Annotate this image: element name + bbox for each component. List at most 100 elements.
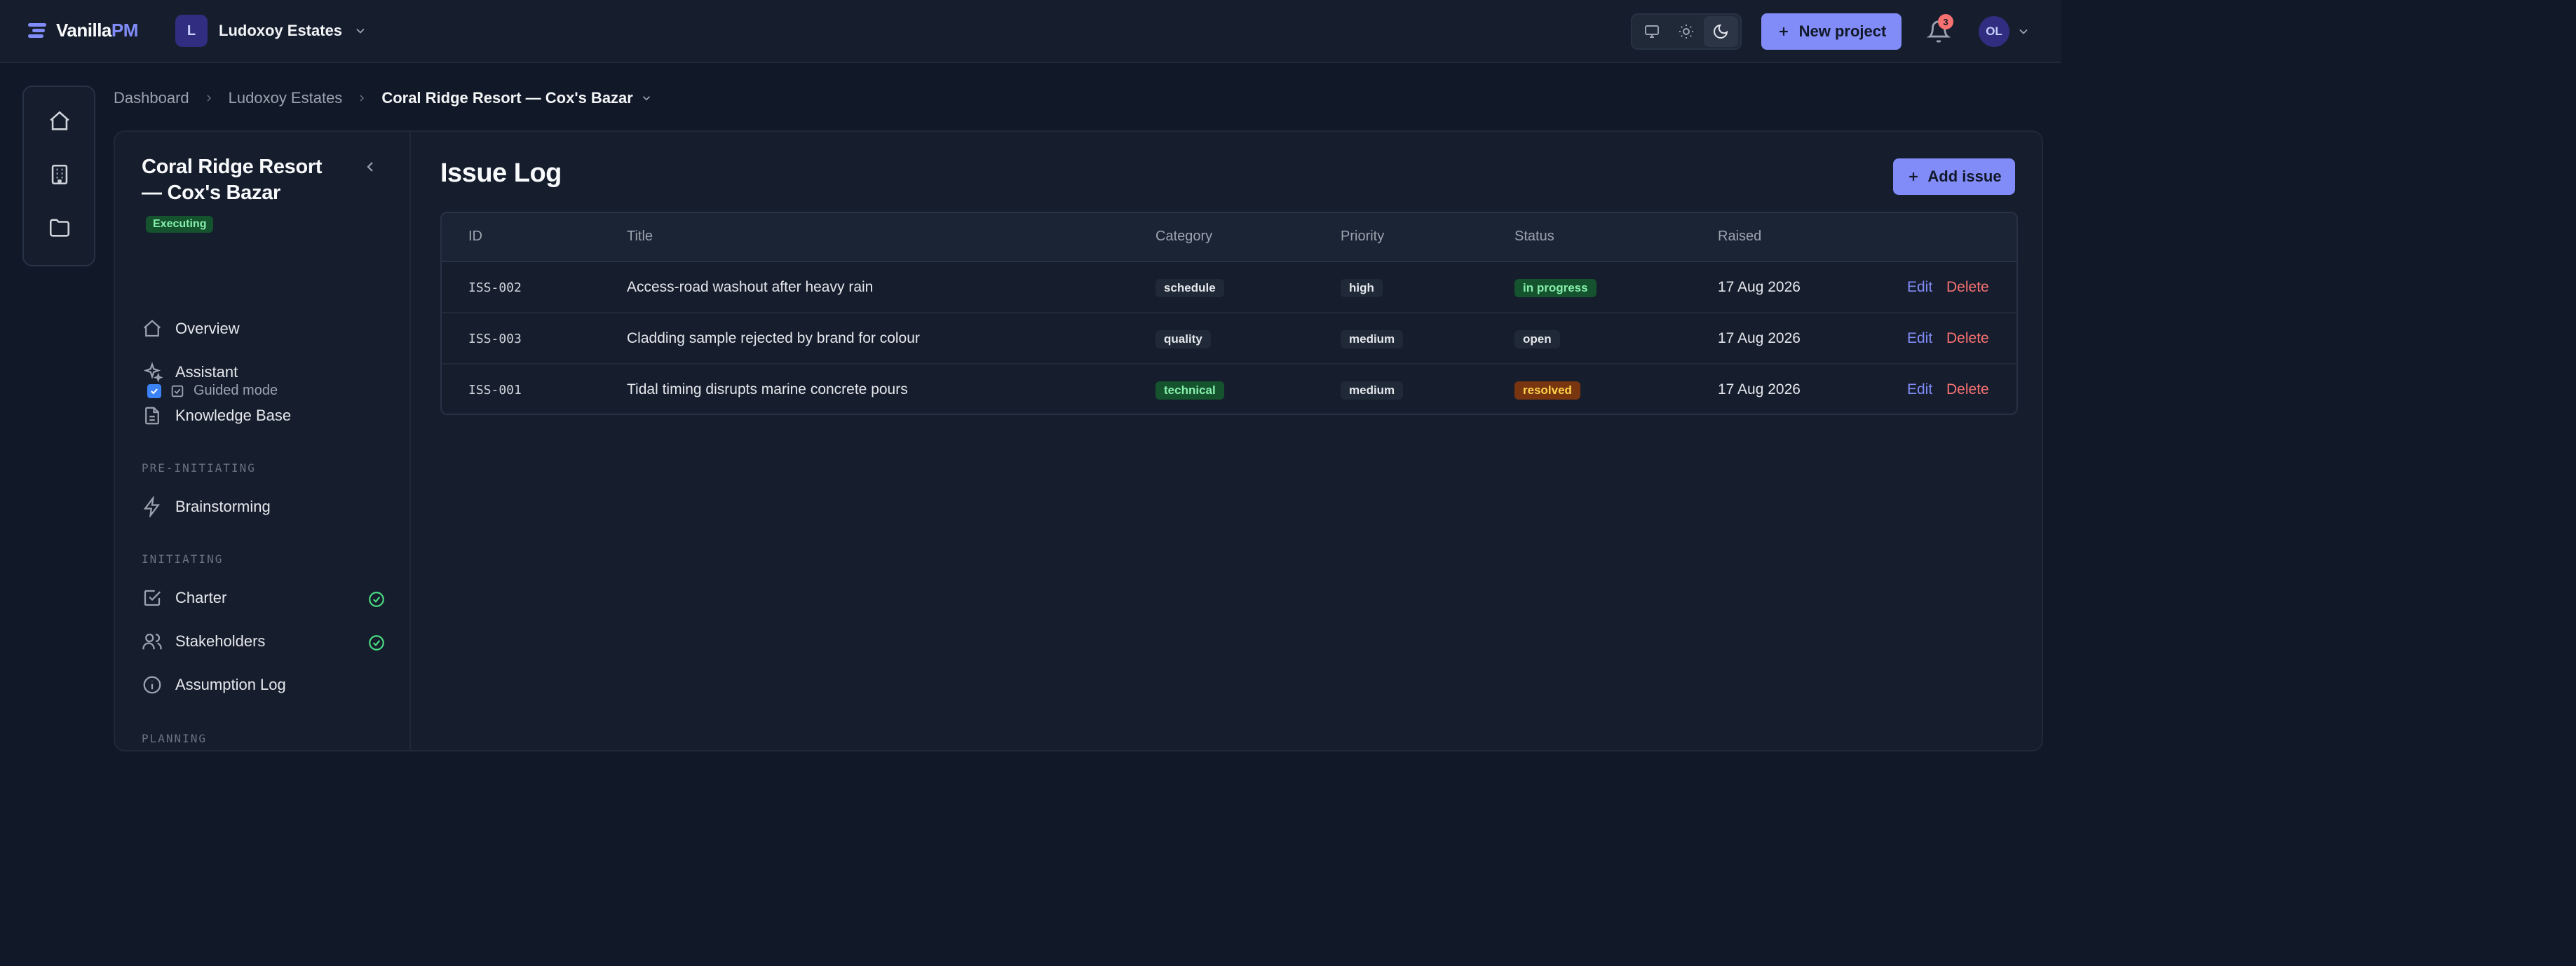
- chevron-right-icon: [360, 95, 365, 102]
- edit-button[interactable]: Edit: [1907, 330, 1932, 347]
- priority-badge: high: [1341, 279, 1383, 297]
- moon-icon: [1714, 24, 1728, 39]
- page-title: Issue Log: [440, 158, 562, 188]
- category-badge: schedule: [1155, 279, 1224, 297]
- column-header-raised: Raised: [1718, 229, 1762, 244]
- nav-item-knowledge-base[interactable]: Knowledge Base: [142, 405, 291, 426]
- add-issue-button[interactable]: Add issue: [1893, 158, 2015, 195]
- home-icon: [144, 320, 161, 337]
- category-badge: quality: [1155, 330, 1211, 348]
- icon-rail: [22, 86, 95, 266]
- user-menu-chevron-icon[interactable]: [2016, 25, 2031, 39]
- nav-item-charter[interactable]: Charter: [142, 587, 226, 608]
- plus-icon: [1909, 172, 1918, 181]
- issue-id: ISS-002: [468, 280, 522, 295]
- breadcrumb-project[interactable]: Coral Ridge Resort — Cox's Bazar: [381, 89, 653, 107]
- nav-item-assumption-log[interactable]: Assumption Log: [142, 674, 286, 695]
- guided-mode-toggle[interactable]: Guided mode: [147, 383, 278, 399]
- delete-button[interactable]: Delete: [1946, 330, 1989, 347]
- dark-theme-button[interactable]: [1703, 16, 1738, 47]
- table-row: ISS-001 Tidal timing disrupts marine con…: [442, 365, 2016, 414]
- lightning-icon: [143, 496, 160, 517]
- project-shell: Coral Ridge Resort — Cox's Bazar Executi…: [114, 130, 2043, 751]
- breadcrumb-dashboard[interactable]: Dashboard: [114, 89, 189, 107]
- theme-toggle-group: [1631, 13, 1742, 50]
- project-sidebar: Coral Ridge Resort — Cox's Bazar Executi…: [115, 132, 411, 750]
- project-title: Coral Ridge Resort — Cox's Bazar: [142, 156, 323, 204]
- table-header: ID Title Category Priority Status Raised: [442, 213, 2016, 262]
- breadcrumb: Dashboard Ludoxoy Estates Coral Ridge Re…: [114, 89, 653, 107]
- completed-check-icon: [369, 635, 384, 651]
- guided-mode-label: Guided mode: [194, 383, 278, 398]
- issue-log-content: Issue Log Add issue ID Title Category Pr…: [412, 132, 2042, 750]
- app-root: VanillaPM L Ludoxoy Estates New project …: [0, 0, 2061, 966]
- home-icon[interactable]: [48, 109, 72, 133]
- column-header-priority: Priority: [1341, 229, 1385, 244]
- sparkles-icon: [143, 362, 163, 383]
- delete-button[interactable]: Delete: [1946, 381, 1989, 398]
- org-avatar: L: [175, 15, 208, 47]
- issue-title: Tidal timing disrupts marine concrete po…: [627, 381, 908, 397]
- edit-button[interactable]: Edit: [1907, 381, 1932, 398]
- issue-title: Cladding sample rejected by brand for co…: [627, 330, 920, 346]
- checklist-icon: [171, 385, 184, 397]
- section-label-initiating: INITIATING: [142, 552, 224, 566]
- issue-id: ISS-003: [468, 332, 522, 346]
- system-theme-button[interactable]: [1634, 16, 1669, 47]
- raised-date: 17 Aug 2026: [1718, 279, 1801, 295]
- brand-logo[interactable]: VanillaPM: [28, 20, 138, 41]
- column-header-category: Category: [1155, 229, 1213, 244]
- new-project-label: New project: [1798, 22, 1887, 40]
- status-badge: in progress: [1514, 279, 1597, 297]
- folder-icon[interactable]: [48, 216, 72, 240]
- users-icon: [142, 633, 162, 650]
- priority-badge: medium: [1341, 330, 1404, 348]
- logo-icon: [28, 22, 46, 39]
- new-project-button[interactable]: New project: [1761, 13, 1902, 50]
- org-name: Ludoxoy Estates: [219, 22, 343, 39]
- monitor-icon: [1644, 25, 1659, 38]
- issue-id: ISS-001: [468, 383, 522, 397]
- section-label-pre-initiating: PRE-INITIATING: [142, 461, 256, 475]
- edit-button[interactable]: Edit: [1907, 279, 1932, 296]
- guided-mode-checkbox[interactable]: [147, 383, 161, 398]
- chevron-down-icon: [642, 96, 650, 101]
- chevron-right-icon: [207, 95, 211, 102]
- nav-label: Overview: [175, 320, 240, 337]
- nav-label: Stakeholders: [175, 632, 266, 650]
- user-avatar[interactable]: OL: [1979, 16, 2009, 47]
- status-badge: open: [1514, 330, 1560, 348]
- status-badge: resolved: [1514, 381, 1580, 400]
- nav-item-overview[interactable]: Overview: [142, 318, 240, 339]
- section-label-planning: PLANNING: [142, 732, 208, 745]
- nav-label: Assistant: [175, 363, 238, 381]
- nav-item-stakeholders[interactable]: Stakeholders: [142, 631, 265, 652]
- table-row: ISS-002 Access-road washout after heavy …: [442, 262, 2016, 313]
- issues-table: ID Title Category Priority Status Raised…: [440, 212, 2018, 415]
- document-icon: [145, 407, 159, 425]
- notification-count-badge: 3: [1938, 14, 1953, 29]
- project-status-badge: Executing: [146, 216, 214, 233]
- brand-name: VanillaPM: [56, 20, 138, 41]
- add-issue-label: Add issue: [1927, 168, 2002, 185]
- chevron-down-icon: [356, 28, 365, 34]
- building-icon[interactable]: [48, 163, 72, 186]
- info-icon: [143, 676, 161, 694]
- delete-button[interactable]: Delete: [1946, 279, 1989, 296]
- checkbox-icon: [144, 590, 161, 606]
- priority-badge: medium: [1341, 381, 1404, 400]
- column-header-id: ID: [468, 229, 482, 244]
- raised-date: 17 Aug 2026: [1718, 330, 1801, 346]
- org-switcher[interactable]: L Ludoxoy Estates: [175, 15, 367, 47]
- breadcrumb-project-label: Coral Ridge Resort — Cox's Bazar: [381, 89, 633, 107]
- nav-item-assistant[interactable]: Assistant: [142, 362, 238, 383]
- completed-check-icon: [369, 592, 384, 607]
- breadcrumb-organization[interactable]: Ludoxoy Estates: [229, 89, 343, 107]
- light-theme-button[interactable]: [1669, 16, 1703, 47]
- nav-label: Charter: [175, 589, 227, 606]
- category-badge: technical: [1155, 381, 1224, 400]
- issue-title: Access-road washout after heavy rain: [627, 279, 874, 295]
- collapse-sidebar-icon[interactable]: [362, 158, 379, 175]
- plus-icon: [1779, 27, 1788, 36]
- nav-item-brainstorming[interactable]: Brainstorming: [142, 496, 271, 517]
